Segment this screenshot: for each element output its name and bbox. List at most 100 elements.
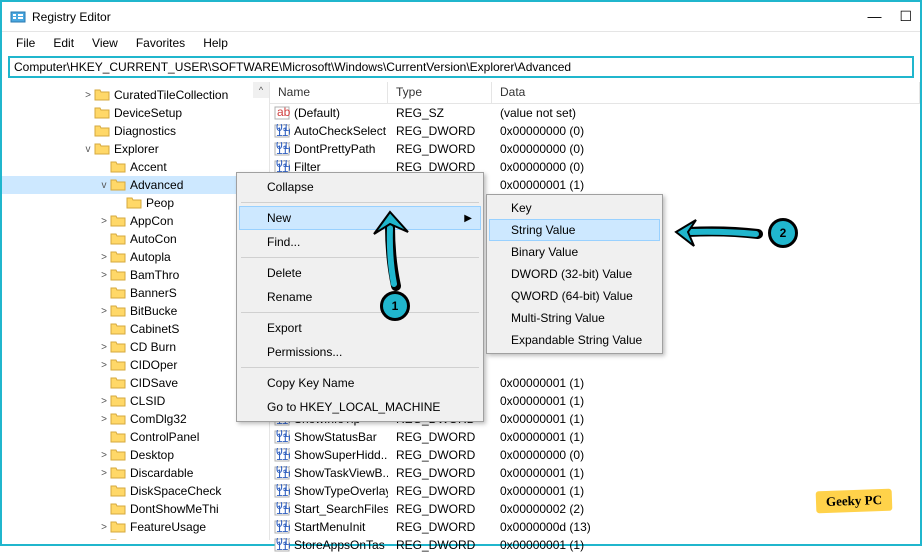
svg-text:110: 110 xyxy=(276,431,290,444)
tree-item[interactable]: >CLSID xyxy=(2,392,269,410)
menu-favorites[interactable]: Favorites xyxy=(128,34,193,52)
tree-item-label: Advanced xyxy=(130,178,183,192)
value-data: 0x00000000 (0) xyxy=(492,124,920,138)
tree-twisty-icon[interactable]: > xyxy=(98,540,110,541)
tree-item[interactable]: CabinetS xyxy=(2,320,269,338)
tree-item[interactable]: >CIDOper xyxy=(2,356,269,374)
tree-twisty-icon[interactable]: > xyxy=(98,360,110,371)
svg-text:110: 110 xyxy=(276,503,290,516)
tree-twisty-icon[interactable]: > xyxy=(98,252,110,263)
submenu-qword[interactable]: QWORD (64-bit) Value xyxy=(489,285,660,307)
tree-twisty-icon[interactable]: v xyxy=(98,180,110,191)
list-row[interactable]: 011110ShowTaskViewB...REG_DWORD0x0000000… xyxy=(270,464,920,482)
submenu-multi[interactable]: Multi-String Value xyxy=(489,307,660,329)
col-header-type[interactable]: Type xyxy=(388,82,492,103)
value-type: REG_DWORD xyxy=(388,520,492,534)
value-name: ShowSuperHidd... xyxy=(294,448,388,462)
submenu-key[interactable]: Key xyxy=(489,197,660,219)
menu-help[interactable]: Help xyxy=(195,34,236,52)
address-bar[interactable]: Computer\HKEY_CURRENT_USER\SOFTWARE\Micr… xyxy=(8,56,914,78)
value-name: AutoCheckSelect xyxy=(294,124,386,138)
submenu-binary[interactable]: Binary Value xyxy=(489,241,660,263)
tree-item-label: BannerS xyxy=(130,286,177,300)
tree-item[interactable]: > FeatureUsage xyxy=(2,518,269,536)
list-row[interactable]: 011110StoreAppsOnTasREG_DWORD0x00000001 … xyxy=(270,536,920,554)
ctx-export[interactable]: Export xyxy=(239,316,481,340)
menu-view[interactable]: View xyxy=(84,34,126,52)
tree-item-label: FeatureUsage xyxy=(130,520,206,534)
tree-item[interactable]: DeviceSetup xyxy=(2,104,269,122)
menu-bar: File Edit View Favorites Help xyxy=(2,32,920,54)
tree-twisty-icon[interactable]: > xyxy=(98,414,110,425)
value-data: 0x00000001 (1) xyxy=(492,178,920,192)
tree-item-label: Peop xyxy=(146,196,174,210)
ctx-separator xyxy=(241,367,479,368)
list-row[interactable]: 011110StartMenuInitREG_DWORD0x0000000d (… xyxy=(270,518,920,536)
tree-twisty-icon[interactable]: > xyxy=(98,468,110,479)
tree-item[interactable]: >AppCon xyxy=(2,212,269,230)
tree-twisty-icon[interactable]: > xyxy=(98,522,110,533)
tree-item[interactable]: vExplorer xyxy=(2,140,269,158)
tree-item[interactable]: ControlPanel xyxy=(2,428,269,446)
tree-twisty-icon[interactable]: > xyxy=(82,90,94,101)
ctx-goto-hklm[interactable]: Go to HKEY_LOCAL_MACHINE xyxy=(239,395,481,419)
value-name: StartMenuInit xyxy=(294,520,365,534)
tree-item[interactable]: >ComDlg32 xyxy=(2,410,269,428)
tree-item-label: DiskSpaceCheck xyxy=(130,484,221,498)
submenu-dword[interactable]: DWORD (32-bit) Value xyxy=(489,263,660,285)
tree-item[interactable]: >Desktop xyxy=(2,446,269,464)
tree-item[interactable]: >CD Burn xyxy=(2,338,269,356)
list-row[interactable]: 011110AutoCheckSelectREG_DWORD0x00000000… xyxy=(270,122,920,140)
tree-item[interactable]: Accent xyxy=(2,158,269,176)
submenu-expand[interactable]: Expandable String Value xyxy=(489,329,660,351)
list-row[interactable]: 011110ShowStatusBarREG_DWORD0x00000001 (… xyxy=(270,428,920,446)
tree-item[interactable]: >FileExts xyxy=(2,536,269,540)
tree-item[interactable]: Peop xyxy=(2,194,269,212)
value-type: REG_DWORD xyxy=(388,142,492,156)
menu-edit[interactable]: Edit xyxy=(45,34,82,52)
value-name: ShowTypeOverlay xyxy=(294,484,388,498)
tree-view[interactable]: ^ >CuratedTileCollectionDeviceSetupDiagn… xyxy=(2,82,270,540)
tree-twisty-icon[interactable]: > xyxy=(98,396,110,407)
col-header-data[interactable]: Data xyxy=(492,82,920,103)
ctx-permissions[interactable]: Permissions... xyxy=(239,340,481,364)
tree-item[interactable]: DontShowMeThi xyxy=(2,500,269,518)
tree-item-label: AutoCon xyxy=(130,232,177,246)
maximize-button[interactable]: ☐ xyxy=(899,8,912,25)
tree-twisty-icon[interactable]: > xyxy=(98,306,110,317)
submenu-string[interactable]: String Value xyxy=(489,219,660,241)
watermark: Geeky PC xyxy=(816,489,893,514)
svg-text:110: 110 xyxy=(276,467,290,480)
tree-twisty-icon[interactable]: v xyxy=(82,144,94,155)
tree-item[interactable]: v Advanced xyxy=(2,176,269,194)
tree-item[interactable]: >CuratedTileCollection xyxy=(2,86,269,104)
scroll-up-button[interactable]: ^ xyxy=(253,82,269,98)
regedit-icon xyxy=(10,9,26,25)
tree-item-label: Autopla xyxy=(130,250,171,264)
tree-item[interactable]: DiskSpaceCheck xyxy=(2,482,269,500)
list-row[interactable]: ab(Default)REG_SZ(value not set) xyxy=(270,104,920,122)
value-name: DontPrettyPath xyxy=(294,142,375,156)
tree-item[interactable]: >BitBucke xyxy=(2,302,269,320)
col-header-name[interactable]: Name xyxy=(270,82,388,103)
tree-item[interactable]: BannerS xyxy=(2,284,269,302)
tree-item[interactable]: AutoCon xyxy=(2,230,269,248)
tree-item[interactable]: CIDSave xyxy=(2,374,269,392)
list-row[interactable]: 011110DontPrettyPathREG_DWORD0x00000000 … xyxy=(270,140,920,158)
list-row[interactable]: 011110ShowSuperHidd...REG_DWORD0x0000000… xyxy=(270,446,920,464)
tree-twisty-icon[interactable]: > xyxy=(98,342,110,353)
ctx-collapse[interactable]: Collapse xyxy=(239,175,481,199)
ctx-copy-key[interactable]: Copy Key Name xyxy=(239,371,481,395)
tree-twisty-icon[interactable]: > xyxy=(98,270,110,281)
menu-file[interactable]: File xyxy=(8,34,43,52)
minimize-button[interactable]: — xyxy=(867,8,881,25)
tree-item[interactable]: Diagnostics xyxy=(2,122,269,140)
tree-twisty-icon[interactable]: > xyxy=(98,450,110,461)
value-data: 0x00000001 (1) xyxy=(492,376,920,390)
tree-item[interactable]: >Discardable xyxy=(2,464,269,482)
tree-item[interactable]: > Autopla xyxy=(2,248,269,266)
tree-twisty-icon[interactable]: > xyxy=(98,216,110,227)
tree-item[interactable]: >BamThro xyxy=(2,266,269,284)
annotation-arrow-1 xyxy=(360,208,424,292)
value-type: REG_DWORD xyxy=(388,502,492,516)
